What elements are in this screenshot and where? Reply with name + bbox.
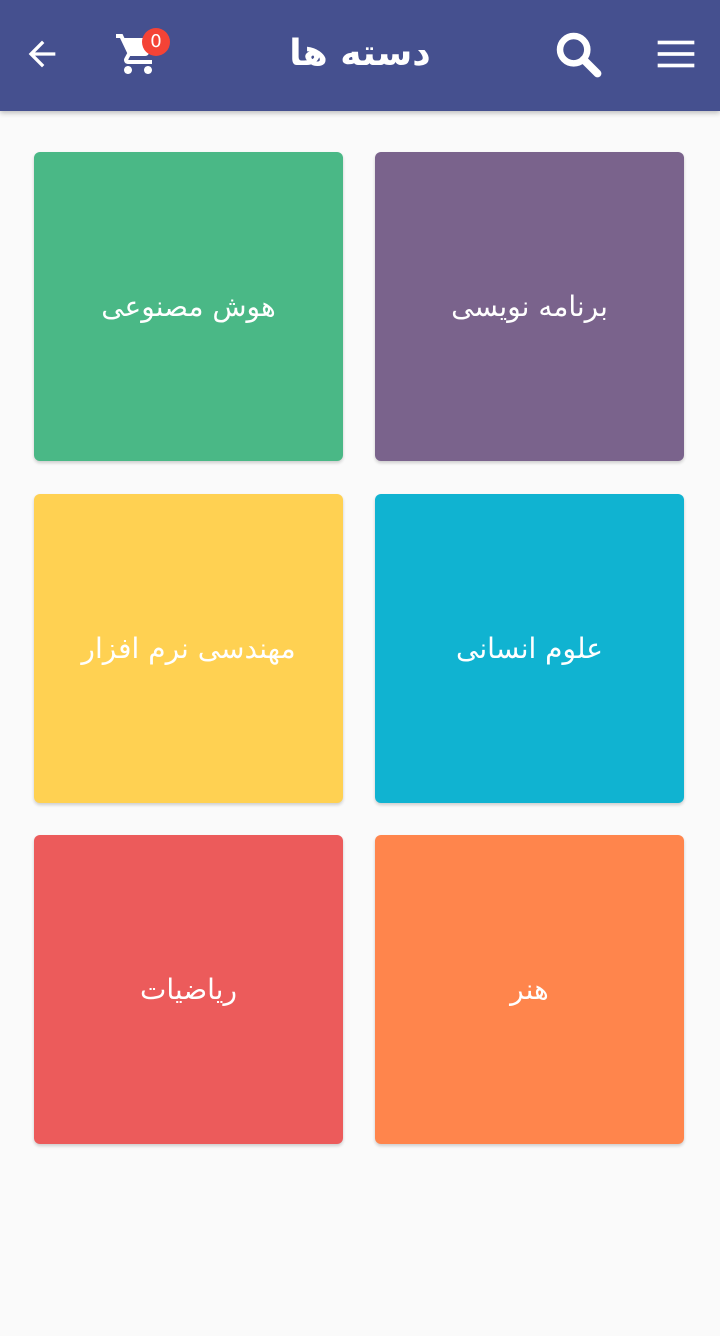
category-tile-software-engineering[interactable]: مهندسی نرم افزار <box>34 494 343 803</box>
category-label: مهندسی نرم افزار <box>81 632 296 665</box>
category-label: هوش مصنوعی <box>101 290 276 323</box>
category-label: ریاضیات <box>140 973 237 1006</box>
page-title: دسته ها <box>289 33 431 74</box>
category-tile-humanities[interactable]: علوم انسانی <box>375 494 684 803</box>
search-icon <box>556 32 602 78</box>
app-bar: دسته ها 0 <box>0 0 720 111</box>
back-button[interactable] <box>14 26 70 82</box>
category-label: برنامه نویسی <box>451 290 608 323</box>
cart-count-badge: 0 <box>142 28 170 56</box>
category-tile-programming[interactable]: برنامه نویسی <box>375 152 684 461</box>
category-label: علوم انسانی <box>456 632 603 665</box>
cart-button[interactable]: 0 <box>110 26 170 82</box>
categories-grid: برنامه نویسی هوش مصنوعی علوم انسانی مهند… <box>0 0 720 1336</box>
category-tile-ai[interactable]: هوش مصنوعی <box>34 152 343 461</box>
category-tile-math[interactable]: ریاضیات <box>34 835 343 1144</box>
category-label: هنر <box>510 973 549 1006</box>
search-button[interactable] <box>550 26 606 82</box>
category-tile-art[interactable]: هنر <box>375 835 684 1144</box>
arrow-left-icon <box>28 40 56 68</box>
menu-button[interactable] <box>648 26 704 82</box>
hamburger-menu-icon <box>657 40 695 68</box>
